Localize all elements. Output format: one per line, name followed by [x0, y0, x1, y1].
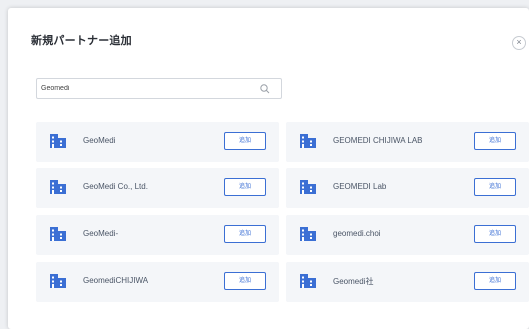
search-input[interactable]	[41, 81, 251, 96]
partner-name: Geomedi社	[333, 277, 374, 286]
partner-name: GeoMedi	[83, 136, 116, 145]
add-button[interactable]: 追加	[224, 272, 266, 290]
search-field[interactable]	[36, 78, 282, 99]
add-button[interactable]: 追加	[474, 178, 516, 196]
partner-name: GeoMedi-	[83, 229, 119, 238]
organization-icon	[300, 227, 316, 241]
organization-icon	[300, 274, 316, 288]
partner-card: GeoMedi- 追加	[36, 215, 279, 255]
search-icon[interactable]	[259, 83, 271, 95]
add-button[interactable]: 追加	[224, 178, 266, 196]
partner-card: GEOMEDI Lab 追加	[286, 168, 529, 208]
organization-icon	[50, 180, 66, 194]
organization-icon	[50, 227, 66, 241]
partner-name: geomedi.choi	[333, 229, 381, 238]
partner-card: GeoMedi Co., Ltd. 追加	[36, 168, 279, 208]
add-button[interactable]: 追加	[474, 225, 516, 243]
organization-icon	[50, 134, 66, 148]
organization-icon	[50, 274, 66, 288]
organization-icon	[300, 180, 316, 194]
dialog-title: 新規パートナー追加	[31, 35, 132, 47]
add-partner-dialog: 新規パートナー追加 × GeoMedi追加GEOMEDI CHIJIWA LAB…	[8, 8, 529, 329]
partner-card: geomedi.choi 追加	[286, 215, 529, 255]
add-button[interactable]: 追加	[224, 132, 266, 150]
partner-card: GeomediCHIJIWA 追加	[36, 262, 279, 302]
add-button[interactable]: 追加	[474, 272, 516, 290]
add-button[interactable]: 追加	[224, 225, 266, 243]
partner-card: Geomedi社 追加	[286, 262, 529, 302]
close-icon[interactable]: ×	[512, 36, 526, 50]
partner-name: GEOMEDI Lab	[333, 182, 387, 191]
partner-card: GEOMEDI CHIJIWA LAB 追加	[286, 122, 529, 162]
add-button[interactable]: 追加	[474, 132, 516, 150]
partner-name: GeoMedi Co., Ltd.	[83, 182, 148, 191]
partner-name: GEOMEDI CHIJIWA LAB	[333, 136, 423, 145]
organization-icon	[300, 134, 316, 148]
partner-name: GeomediCHIJIWA	[83, 276, 149, 285]
partner-card: GeoMedi 追加	[36, 122, 279, 162]
